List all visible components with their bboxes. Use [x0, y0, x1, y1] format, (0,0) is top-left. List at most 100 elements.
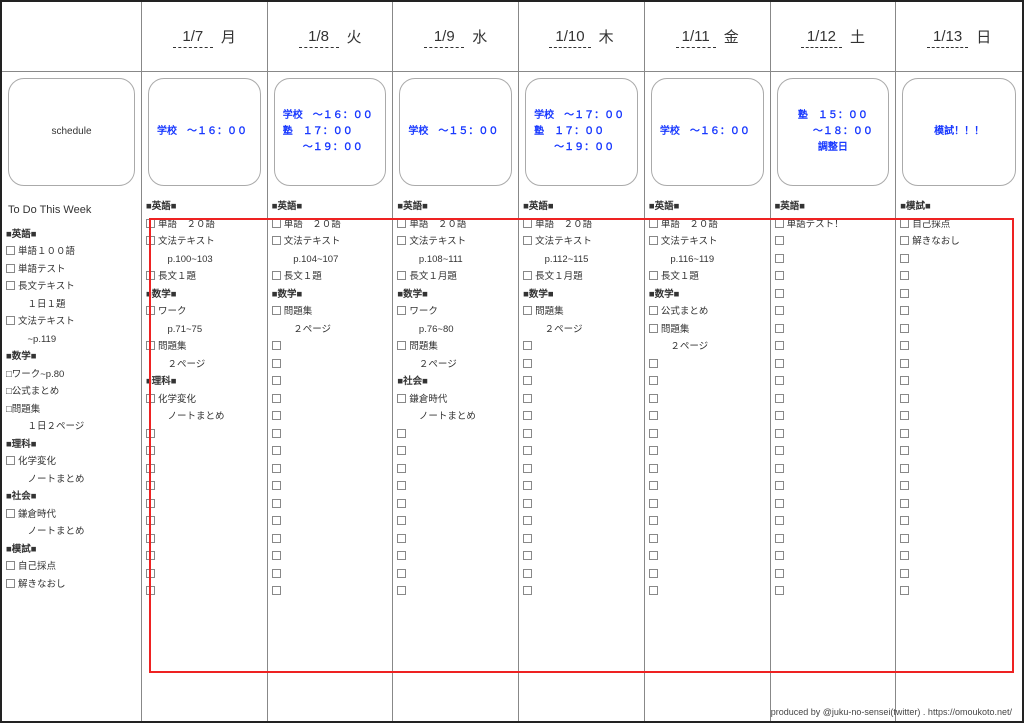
checkbox-icon[interactable]	[272, 306, 281, 315]
checkbox-icon[interactable]	[775, 411, 784, 420]
checkbox-icon[interactable]	[397, 394, 406, 403]
checkbox-icon[interactable]	[775, 359, 784, 368]
checkbox-icon[interactable]	[523, 411, 532, 420]
checkbox-icon[interactable]	[523, 306, 532, 315]
checkbox-icon[interactable]	[775, 481, 784, 490]
checkbox-icon[interactable]	[397, 586, 406, 595]
checkbox-icon[interactable]	[272, 446, 281, 455]
checkbox-icon[interactable]	[649, 324, 658, 333]
checkbox-icon[interactable]	[649, 534, 658, 543]
checkbox-icon[interactable]	[775, 394, 784, 403]
checkbox-icon[interactable]	[146, 341, 155, 350]
checkbox-icon[interactable]	[397, 236, 406, 245]
checkbox-icon[interactable]	[397, 534, 406, 543]
checkbox-icon[interactable]	[146, 464, 155, 473]
checkbox-icon[interactable]	[649, 569, 658, 578]
checkbox-icon[interactable]	[397, 306, 406, 315]
checkbox-icon[interactable]	[397, 464, 406, 473]
checkbox-icon[interactable]	[397, 551, 406, 560]
checkbox-icon[interactable]	[775, 534, 784, 543]
checkbox-icon[interactable]	[900, 289, 909, 298]
checkbox-icon[interactable]	[523, 481, 532, 490]
checkbox-icon[interactable]	[523, 586, 532, 595]
checkbox-icon[interactable]	[649, 499, 658, 508]
checkbox-icon[interactable]	[775, 551, 784, 560]
checkbox-icon[interactable]	[900, 464, 909, 473]
checkbox-icon[interactable]	[272, 219, 281, 228]
checkbox-icon[interactable]	[649, 219, 658, 228]
checkbox-icon[interactable]	[272, 376, 281, 385]
checkbox-icon[interactable]	[649, 306, 658, 315]
checkbox-icon[interactable]	[775, 446, 784, 455]
checkbox-icon[interactable]	[775, 306, 784, 315]
checkbox-icon[interactable]	[523, 499, 532, 508]
checkbox-icon[interactable]	[775, 289, 784, 298]
checkbox-icon[interactable]	[649, 271, 658, 280]
checkbox-icon[interactable]	[900, 306, 909, 315]
checkbox-icon[interactable]	[523, 464, 532, 473]
checkbox-icon[interactable]	[272, 341, 281, 350]
checkbox-icon[interactable]	[649, 464, 658, 473]
checkbox-icon[interactable]	[775, 569, 784, 578]
checkbox-icon[interactable]	[900, 499, 909, 508]
checkbox-icon[interactable]	[649, 394, 658, 403]
checkbox-icon[interactable]	[272, 551, 281, 560]
checkbox-icon[interactable]	[523, 271, 532, 280]
checkbox-icon[interactable]	[775, 236, 784, 245]
checkbox-icon[interactable]	[900, 534, 909, 543]
checkbox-icon[interactable]	[146, 429, 155, 438]
checkbox-icon[interactable]	[146, 219, 155, 228]
checkbox-icon[interactable]	[146, 481, 155, 490]
checkbox-icon[interactable]	[272, 534, 281, 543]
checkbox-icon[interactable]	[900, 359, 909, 368]
checkbox-icon[interactable]	[6, 281, 15, 290]
checkbox-icon[interactable]	[272, 586, 281, 595]
checkbox-icon[interactable]	[900, 394, 909, 403]
checkbox-icon[interactable]	[775, 324, 784, 333]
checkbox-icon[interactable]	[146, 569, 155, 578]
checkbox-icon[interactable]	[649, 236, 658, 245]
checkbox-icon[interactable]	[900, 324, 909, 333]
checkbox-icon[interactable]	[146, 306, 155, 315]
checkbox-icon[interactable]	[146, 586, 155, 595]
checkbox-icon[interactable]	[775, 516, 784, 525]
checkbox-icon[interactable]	[523, 534, 532, 543]
checkbox-icon[interactable]	[272, 499, 281, 508]
checkbox-icon[interactable]	[523, 394, 532, 403]
checkbox-icon[interactable]	[775, 464, 784, 473]
checkbox-icon[interactable]	[775, 254, 784, 263]
checkbox-icon[interactable]	[900, 446, 909, 455]
checkbox-icon[interactable]	[523, 429, 532, 438]
checkbox-icon[interactable]	[272, 516, 281, 525]
checkbox-icon[interactable]	[775, 341, 784, 350]
checkbox-icon[interactable]	[272, 569, 281, 578]
checkbox-icon[interactable]	[6, 579, 15, 588]
checkbox-icon[interactable]	[775, 219, 784, 228]
checkbox-icon[interactable]	[523, 569, 532, 578]
checkbox-icon[interactable]	[900, 254, 909, 263]
checkbox-icon[interactable]	[146, 516, 155, 525]
checkbox-icon[interactable]	[272, 411, 281, 420]
checkbox-icon[interactable]	[146, 499, 155, 508]
checkbox-icon[interactable]	[146, 394, 155, 403]
checkbox-icon[interactable]	[146, 271, 155, 280]
checkbox-icon[interactable]	[397, 481, 406, 490]
checkbox-icon[interactable]	[900, 429, 909, 438]
checkbox-icon[interactable]	[900, 551, 909, 560]
checkbox-icon[interactable]	[649, 411, 658, 420]
checkbox-icon[interactable]	[146, 551, 155, 560]
checkbox-icon[interactable]	[397, 516, 406, 525]
checkbox-icon[interactable]	[775, 376, 784, 385]
checkbox-icon[interactable]	[649, 586, 658, 595]
checkbox-icon[interactable]	[397, 271, 406, 280]
checkbox-icon[interactable]	[775, 499, 784, 508]
checkbox-icon[interactable]	[272, 481, 281, 490]
checkbox-icon[interactable]	[900, 411, 909, 420]
checkbox-icon[interactable]	[523, 551, 532, 560]
checkbox-icon[interactable]	[649, 376, 658, 385]
checkbox-icon[interactable]	[272, 359, 281, 368]
checkbox-icon[interactable]	[397, 446, 406, 455]
checkbox-icon[interactable]	[397, 499, 406, 508]
checkbox-icon[interactable]	[397, 219, 406, 228]
checkbox-icon[interactable]	[272, 271, 281, 280]
